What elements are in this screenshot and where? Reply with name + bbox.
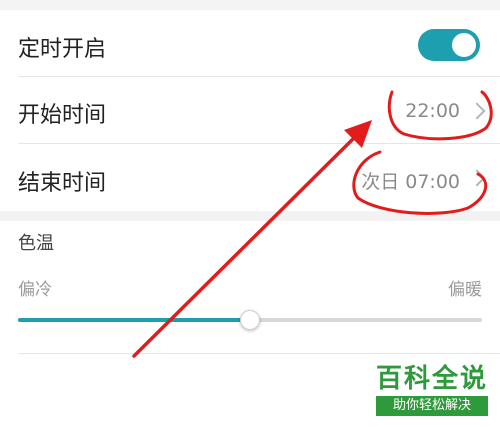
divider	[18, 353, 500, 354]
timer-enable-toggle[interactable]	[418, 29, 480, 61]
start-time-value: 22:00	[405, 100, 460, 122]
watermark-title: 百科全说	[376, 364, 489, 394]
chevron-right-icon	[468, 102, 486, 120]
color-temp-slider-fill	[18, 318, 250, 322]
end-time-row[interactable]: 结束时间 次日 07:00	[0, 144, 500, 211]
end-time-value: 次日 07:00	[361, 171, 460, 193]
slider-right-label: 偏暖	[448, 280, 482, 300]
end-time-label: 结束时间	[18, 171, 107, 196]
slider-left-label: 偏冷	[18, 280, 52, 300]
watermark-subtitle: 助你轻松解决	[376, 396, 488, 416]
top-strip	[0, 0, 500, 10]
start-time-row[interactable]: 开始时间 22:00	[0, 77, 500, 143]
timer-enable-row[interactable]: 定时开启	[0, 10, 500, 76]
chevron-right-icon	[468, 169, 486, 187]
color-temp-header: 色温	[18, 233, 54, 254]
section-band	[0, 211, 500, 221]
timer-enable-label: 定时开启	[18, 37, 107, 62]
start-time-label: 开始时间	[18, 103, 107, 128]
watermark-logo: 百科全说 助你轻松解决	[376, 364, 488, 420]
toggle-knob	[452, 33, 476, 57]
color-temp-slider-thumb[interactable]	[240, 310, 260, 330]
